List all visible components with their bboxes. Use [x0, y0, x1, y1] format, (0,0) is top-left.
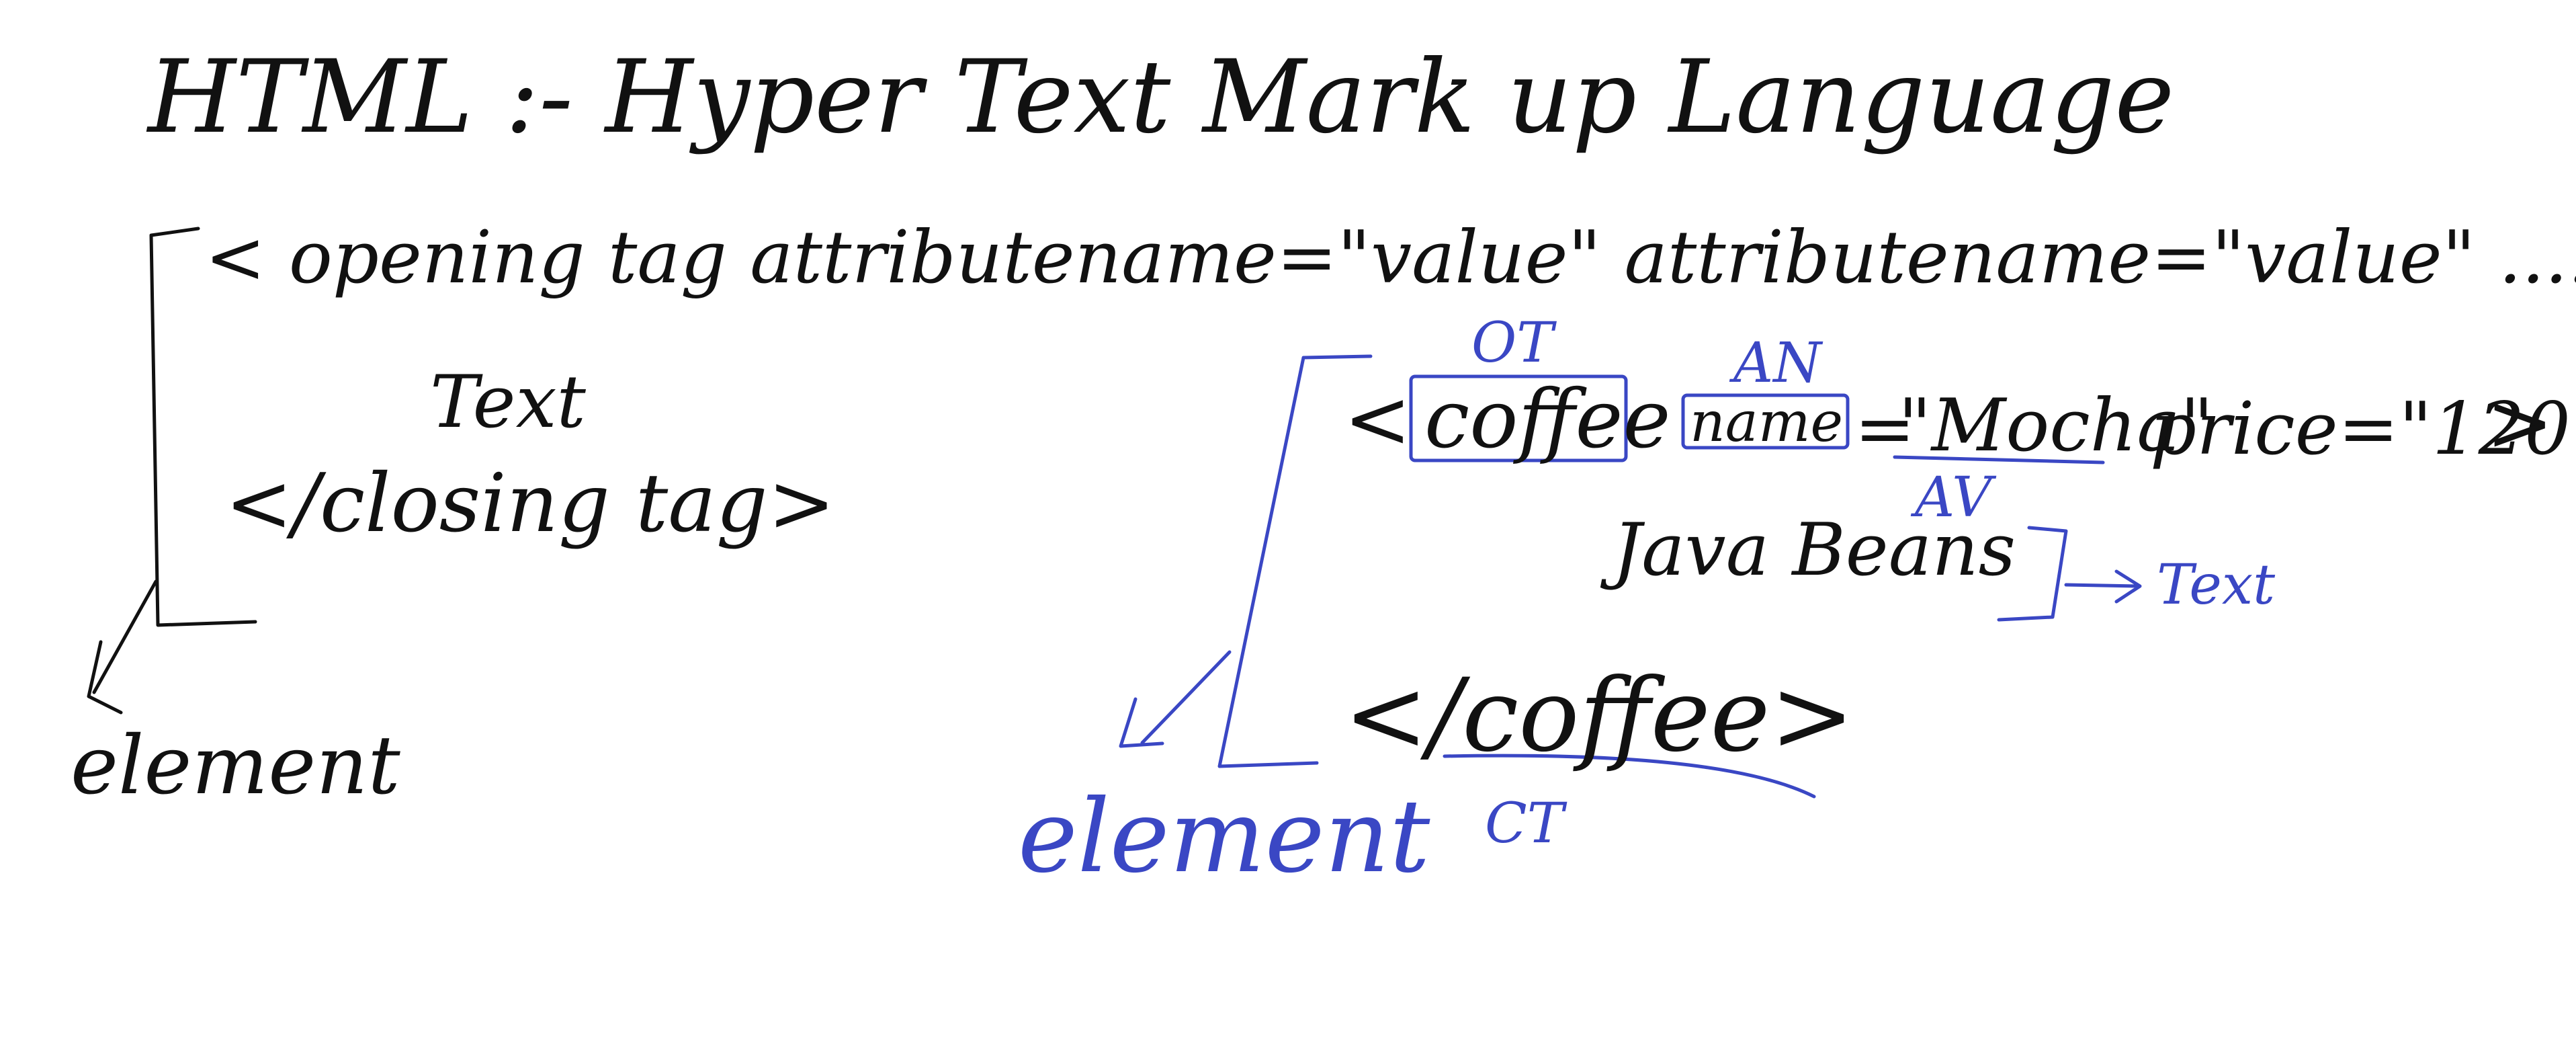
annotation-element: element — [1018, 778, 1430, 895]
whiteboard-canvas: HTML :- Hyper Text Mark up Language < op… — [0, 0, 2576, 1054]
example-closing-tag: </coffee> — [1344, 657, 1855, 774]
example-open-bracket: < — [1344, 373, 1412, 467]
example-tag-name: coffee — [1424, 373, 1671, 467]
syntax-opening-tag: < opening tag attributename="value" attr… — [205, 216, 2576, 300]
page-title: HTML :- Hyper Text Mark up Language — [148, 39, 2175, 156]
example-close-bracket: > — [2486, 376, 2554, 470]
annotation-ot: OT — [1471, 311, 1553, 375]
syntax-text: Text — [430, 360, 586, 444]
annotation-text: Text — [2157, 553, 2276, 617]
example-attr-name: name — [1690, 391, 1843, 454]
text-arrow — [2064, 569, 2142, 604]
annotation-av: AV — [1915, 466, 1992, 530]
example-element-arrow — [1119, 650, 1232, 748]
syntax-closing-tag: </closing tag> — [225, 457, 836, 551]
syntax-element-arrow — [87, 579, 158, 715]
annotation-an: AN — [1733, 331, 1821, 395]
annotation-ct: CT — [1485, 792, 1564, 856]
syntax-element-label: element — [71, 719, 400, 813]
